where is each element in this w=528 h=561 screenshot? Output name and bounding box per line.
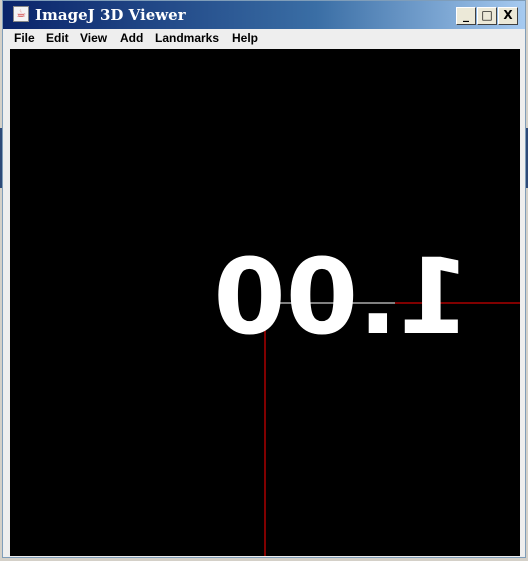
java-app-icon: ☕ bbox=[13, 6, 29, 22]
window-title: ImageJ 3D Viewer bbox=[35, 6, 186, 24]
minimize-button[interactable]: _ bbox=[456, 7, 476, 25]
maximize-button[interactable]: □ bbox=[477, 7, 497, 25]
menu-bar: File Edit View Add Landmarks Help bbox=[3, 29, 525, 49]
menu-view[interactable]: View bbox=[80, 31, 107, 45]
close-button[interactable]: X bbox=[498, 7, 518, 25]
scale-label: 1.00 bbox=[213, 236, 470, 358]
title-bar[interactable]: ☕ ImageJ 3D Viewer _ □ X bbox=[3, 1, 525, 29]
menu-help[interactable]: Help bbox=[232, 31, 258, 45]
menu-file[interactable]: File bbox=[14, 31, 35, 45]
menu-edit[interactable]: Edit bbox=[46, 31, 69, 45]
menu-landmarks[interactable]: Landmarks bbox=[155, 31, 219, 45]
3d-viewer-canvas[interactable]: 1.00 bbox=[10, 49, 520, 556]
menu-add[interactable]: Add bbox=[120, 31, 143, 45]
scene-svg: 1.00 bbox=[213, 236, 520, 556]
imagej-3d-viewer-window: ☕ ImageJ 3D Viewer _ □ X File Edit View … bbox=[2, 0, 526, 558]
